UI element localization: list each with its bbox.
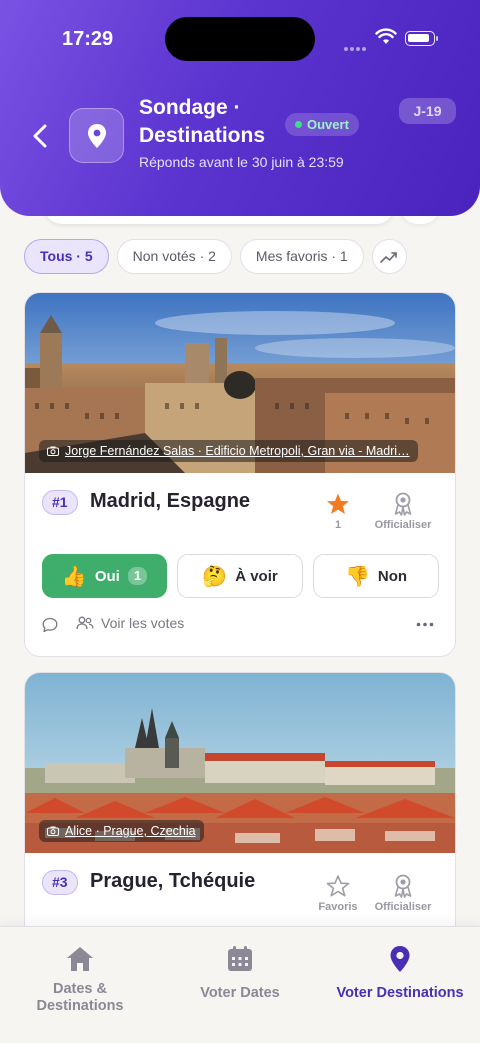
dynamic-island bbox=[165, 17, 315, 61]
vote-maybe-label: À voir bbox=[235, 567, 278, 585]
thinking-face-icon: 🤔 bbox=[202, 565, 228, 588]
filter-favorites[interactable]: Mes favoris · 1 bbox=[239, 239, 364, 274]
tab-vote-dates[interactable]: Voter Dates bbox=[180, 945, 300, 1002]
tab-label: Voter Destinations bbox=[336, 985, 464, 1001]
rank-badge: #3 bbox=[42, 870, 78, 895]
star-outline-icon bbox=[326, 875, 350, 897]
destination-card: Jorge Fernández Salas · Edificio Metropo… bbox=[24, 292, 456, 657]
more-options-icon[interactable] bbox=[416, 622, 434, 627]
thumbs-up-icon: 👍 bbox=[61, 565, 87, 588]
location-pin-icon bbox=[390, 946, 410, 972]
favorite-button[interactable]: 1 bbox=[303, 492, 373, 531]
trending-icon bbox=[380, 251, 398, 263]
destination-name: Prague, Tchéquie bbox=[90, 870, 256, 892]
home-icon bbox=[67, 947, 93, 971]
filter-all[interactable]: Tous · 5 bbox=[24, 239, 109, 274]
favorite-count: 1 bbox=[334, 519, 342, 531]
signal-icon bbox=[344, 38, 368, 51]
comment-icon[interactable] bbox=[42, 617, 58, 633]
rank-badge: #1 bbox=[42, 490, 78, 515]
vote-no-label: Non bbox=[377, 567, 408, 585]
wifi-icon bbox=[375, 28, 397, 44]
award-ribbon-icon bbox=[394, 492, 412, 516]
filter-bar: Tous · 5 Non votés · 2 Mes favoris · 1 bbox=[24, 239, 407, 274]
battery-icon bbox=[405, 31, 438, 46]
award-ribbon-icon bbox=[394, 874, 412, 898]
favorite-label: Favoris bbox=[318, 901, 358, 913]
location-pin-icon bbox=[87, 123, 106, 148]
header: 17:29 Sondage · Destinations Ouvert J-19… bbox=[0, 0, 480, 216]
countdown-badge: J-19 bbox=[399, 98, 456, 124]
see-votes-link[interactable]: Voir les votes bbox=[76, 615, 184, 631]
photo-credit-link[interactable]: Jorge Fernández Salas · Edificio Metropo… bbox=[39, 440, 418, 462]
page-title: Sondage · Destinations bbox=[139, 96, 266, 147]
filter-not-voted[interactable]: Non votés · 2 bbox=[116, 239, 232, 274]
sort-trending-button[interactable] bbox=[371, 239, 407, 274]
officialize-button[interactable]: Officialiser bbox=[368, 492, 438, 531]
vote-yes-count: 1 bbox=[127, 567, 148, 585]
destination-photo: Jorge Fernández Salas · Edificio Metropo… bbox=[25, 293, 455, 473]
users-icon bbox=[76, 616, 94, 630]
destination-badge bbox=[69, 108, 124, 163]
photo-credit-text: Alice · Prague, Czechia bbox=[65, 824, 196, 838]
bottom-tab-bar: Dates & Destinations Voter Dates Voter D… bbox=[0, 926, 480, 1043]
calendar-icon bbox=[228, 946, 252, 971]
tab-dates-destinations[interactable]: Dates & Destinations bbox=[20, 945, 140, 1015]
photo-credit-text: Jorge Fernández Salas · Edificio Metropo… bbox=[65, 444, 410, 458]
card-footer: Voir les votes bbox=[42, 615, 438, 635]
deadline-subtitle: Réponds avant le 30 juin à 23:59 bbox=[139, 154, 344, 170]
officialize-label: Officialiser bbox=[374, 519, 432, 531]
destination-photo: Alice · Prague, Czechia bbox=[25, 673, 455, 853]
vote-yes-button[interactable]: 👍 Oui 1 bbox=[42, 554, 167, 598]
favorite-button[interactable]: Favoris bbox=[303, 874, 373, 913]
camera-icon bbox=[47, 446, 59, 456]
camera-icon bbox=[47, 826, 59, 836]
destination-name: Madrid, Espagne bbox=[90, 490, 251, 512]
destination-card: Alice · Prague, Czechia #3 Prague, Tchéq… bbox=[24, 672, 456, 962]
thumbs-down-icon: 👎 bbox=[344, 565, 370, 588]
back-chevron-icon[interactable] bbox=[28, 118, 52, 154]
officialize-button[interactable]: Officialiser bbox=[368, 874, 438, 913]
tab-label: Dates & Destinations bbox=[36, 981, 124, 1014]
status-time: 17:29 bbox=[62, 28, 114, 50]
tab-label: Voter Dates bbox=[200, 985, 280, 1001]
tab-vote-destinations[interactable]: Voter Destinations bbox=[330, 945, 470, 1002]
vote-yes-label: Oui bbox=[94, 567, 120, 585]
vote-maybe-button[interactable]: 🤔 À voir bbox=[177, 554, 303, 598]
photo-credit-link[interactable]: Alice · Prague, Czechia bbox=[39, 820, 204, 842]
status-badge: Ouvert bbox=[285, 113, 359, 136]
see-votes-label: Voir les votes bbox=[101, 615, 185, 631]
officialize-label: Officialiser bbox=[374, 901, 432, 913]
vote-no-button[interactable]: 👎 Non bbox=[313, 554, 439, 598]
star-filled-icon bbox=[327, 493, 349, 514]
